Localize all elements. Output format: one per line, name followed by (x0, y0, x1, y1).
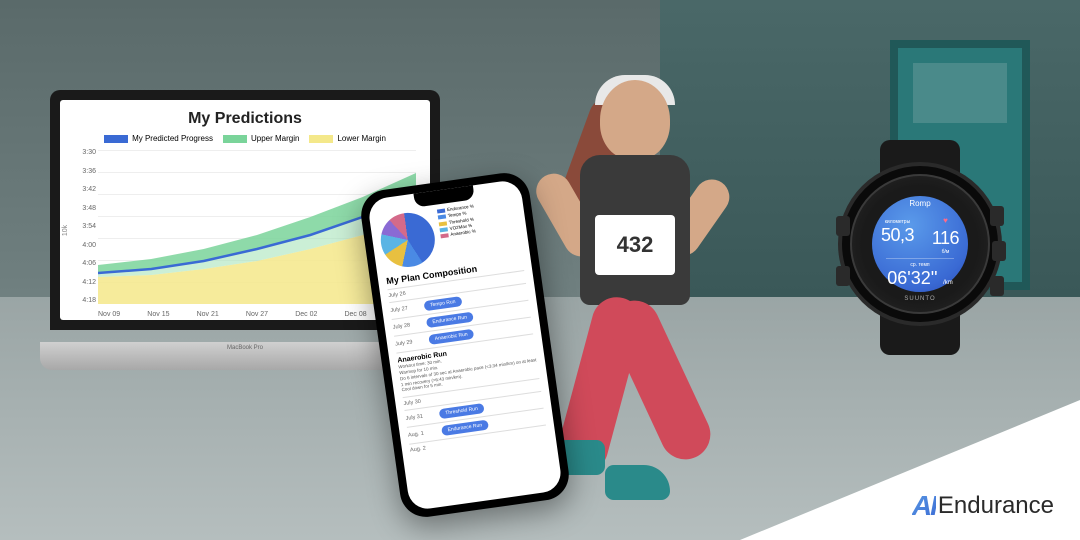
chart-legend: My Predicted Progress Upper Margin Lower… (74, 134, 416, 143)
sports-watch: Romp километры 50,3 ♥ 116 б/м ср. темп 0… (830, 140, 1010, 355)
x-axis: Nov 09 Nov 15 Nov 21 Nov 27 Dec 02 Dec 0… (98, 311, 416, 318)
watch-face: Romp километры 50,3 ♥ 116 б/м ср. темп 0… (872, 196, 968, 292)
y-axis-label: 10k (62, 224, 69, 235)
watch-button (836, 216, 850, 236)
phone-screen: Endurance % Tempo % Threshold % VO2Max %… (367, 179, 563, 511)
watch-pace: 06'32'' (887, 268, 937, 288)
watch-mode: Romp (909, 199, 930, 208)
watch-brand: SUUNTO (904, 296, 935, 302)
watch-button (992, 241, 1006, 261)
brand-logo: AIEndurance (912, 490, 1054, 522)
chart-title: My Predictions (74, 110, 416, 128)
watch-button (990, 206, 1004, 226)
y-axis: 3:30 3:36 3:42 3:48 3:54 4:00 4:06 4:12 … (74, 149, 96, 304)
watch-button (836, 266, 850, 286)
watch-heartrate: 116 (932, 228, 959, 248)
pie-legend: Endurance % Tempo % Threshold % VO2Max %… (437, 198, 522, 262)
heart-icon: ♥ (943, 216, 948, 225)
plan-pie-chart (377, 209, 438, 270)
watch-button (990, 276, 1004, 296)
logo-mark-icon: AI (912, 490, 936, 522)
watch-distance: 50,3 (881, 225, 914, 245)
